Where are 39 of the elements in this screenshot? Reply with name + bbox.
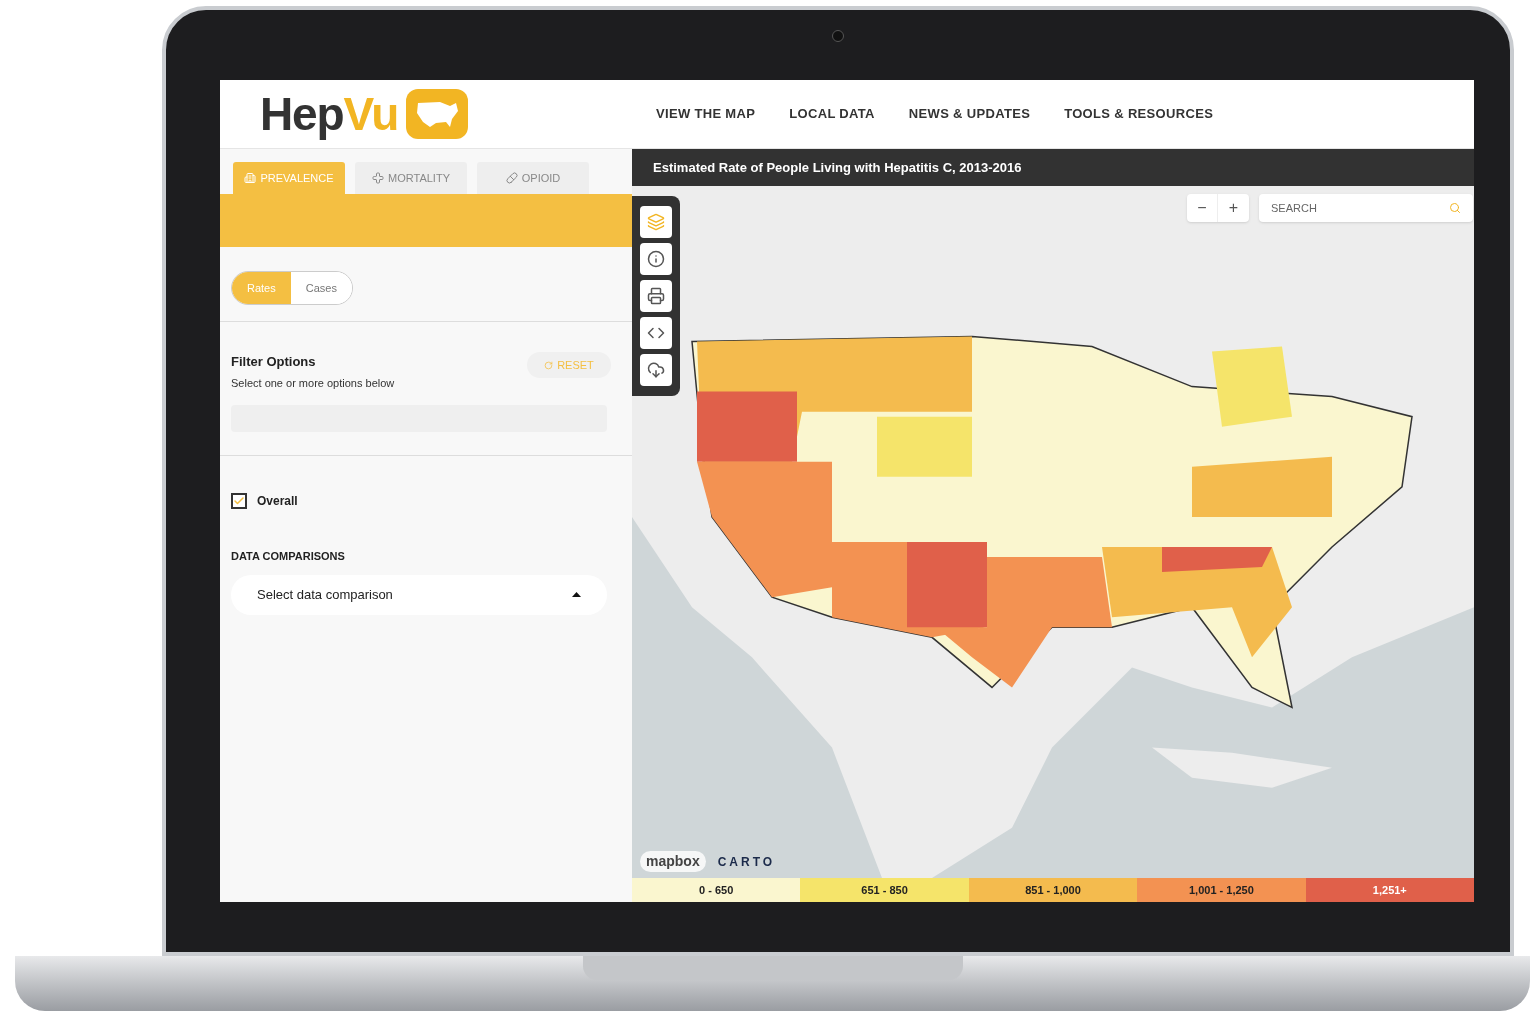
search-icon <box>1449 202 1461 214</box>
legend-swatch: 0 - 650 <box>632 878 801 902</box>
info-icon <box>647 250 665 268</box>
nav-link[interactable]: TOOLS & RESOURCES <box>1064 104 1214 124</box>
tab-icon <box>372 172 385 184</box>
legend-swatch: 1,001 - 1,250 <box>1137 878 1306 902</box>
code-button[interactable] <box>640 317 672 349</box>
cloud-download-icon <box>647 361 665 379</box>
comparison-select[interactable]: Select data comparison <box>231 574 607 615</box>
logo-icon <box>406 89 469 139</box>
nav-link[interactable]: LOCAL DATA <box>789 104 875 124</box>
legend-swatch: 651 - 850 <box>800 878 969 902</box>
filter-subtitle: Select one or more options below <box>231 375 395 391</box>
mapbox-logo: mapbox <box>640 851 706 872</box>
refresh-icon <box>544 360 554 370</box>
layers-icon <box>647 213 665 231</box>
checkbox-label: Overall <box>257 493 298 510</box>
caret-icon <box>572 592 581 597</box>
camera-icon <box>832 30 844 42</box>
printer-icon <box>647 287 665 305</box>
map-title: Estimated Rate of People Living with Hepatitis C, 2013-2016 <box>653 158 1022 177</box>
cloud-download-button[interactable] <box>640 354 672 386</box>
carto-logo: CARTO <box>717 853 776 871</box>
info-button[interactable] <box>640 243 672 275</box>
legend-swatch: 851 - 1,000 <box>968 878 1138 902</box>
search-input[interactable]: SEARCH <box>1271 199 1449 217</box>
zoom-out-button[interactable]: − <box>1187 194 1218 222</box>
nav-link[interactable]: NEWS & UPDATES <box>908 104 1031 124</box>
zoom-in-button[interactable]: + <box>1218 194 1249 222</box>
check-icon <box>233 495 245 507</box>
printer-button[interactable] <box>640 280 672 312</box>
nav-link[interactable]: VIEW THE MAP <box>656 104 756 124</box>
checkbox[interactable] <box>231 493 247 509</box>
filter-title: Filter Options <box>231 353 317 371</box>
legend-swatch: 1,251+ <box>1305 878 1475 902</box>
search-field[interactable]: SEARCH <box>1259 194 1473 222</box>
tab-icon <box>505 172 518 184</box>
section-heading: DATA COMPARISONS <box>230 549 346 564</box>
tab-icon <box>244 172 257 184</box>
